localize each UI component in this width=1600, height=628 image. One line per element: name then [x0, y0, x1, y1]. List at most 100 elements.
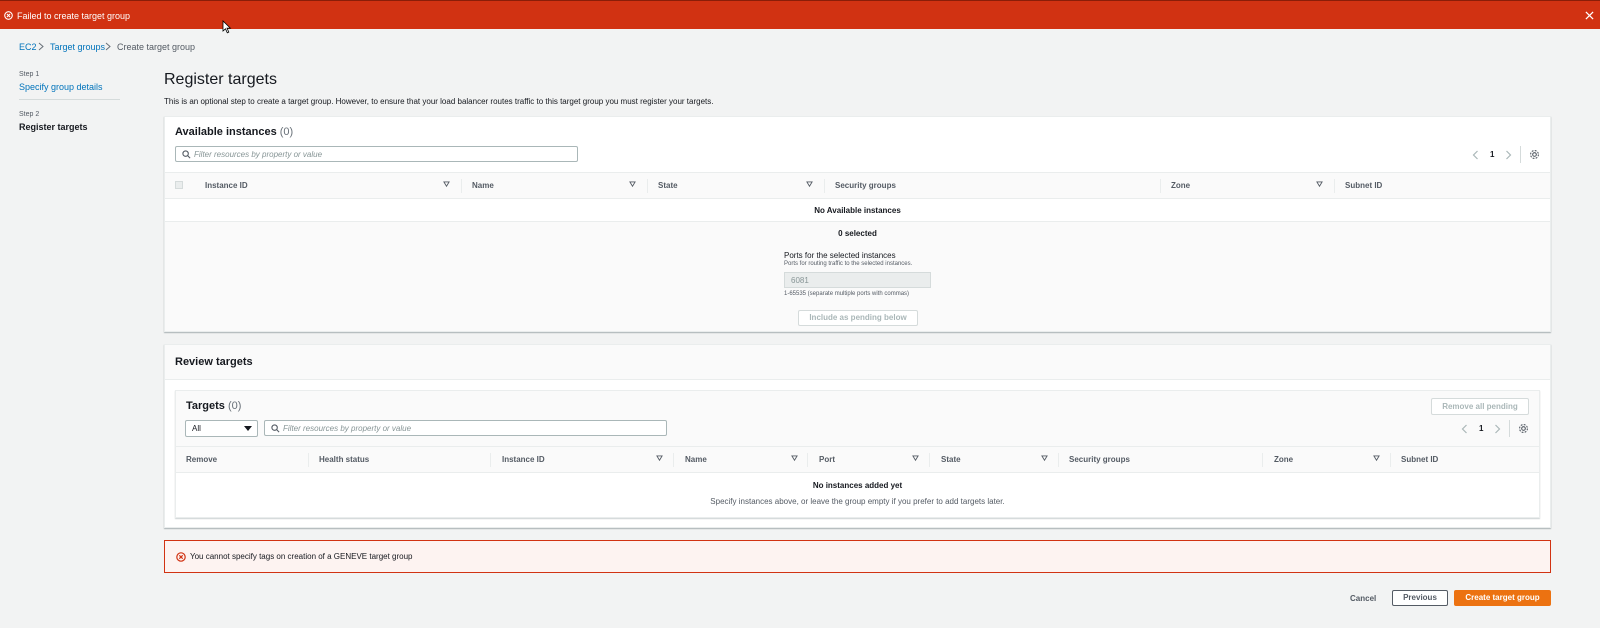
- col-divider: [824, 179, 825, 193]
- col-divider: [461, 179, 462, 193]
- sort-icon[interactable]: [656, 455, 663, 462]
- review-header: [165, 345, 1550, 380]
- error-icon: [4, 11, 13, 20]
- flash-message: Failed to create target group: [17, 11, 131, 21]
- error-icon: [176, 552, 186, 562]
- sort-icon[interactable]: [806, 181, 813, 188]
- col-zone[interactable]: Zone: [1274, 455, 1293, 464]
- col-divider: [1160, 179, 1161, 193]
- divider: [1509, 420, 1510, 437]
- settings-gear-icon[interactable]: [1529, 149, 1540, 160]
- step-divider: [19, 99, 120, 100]
- page-number[interactable]: 1: [1490, 150, 1494, 159]
- settings-gear-icon[interactable]: [1518, 423, 1529, 434]
- prev-page-icon[interactable]: [1461, 424, 1468, 434]
- col-divider: [929, 453, 930, 467]
- targets-count: (0): [227, 400, 242, 412]
- step-2-label: Step 2: [19, 111, 40, 118]
- available-instances-count: (0): [279, 126, 294, 138]
- col-divider: [1262, 453, 1263, 467]
- step-1-label: Step 1: [19, 71, 40, 78]
- targets-filter-select[interactable]: All: [185, 420, 258, 437]
- targets-heading: Targets (0): [186, 400, 241, 412]
- col-instance-id[interactable]: Instance ID: [502, 455, 545, 464]
- col-divider: [1390, 453, 1391, 467]
- select-all-checkbox[interactable]: [175, 181, 183, 189]
- breadcrumb-current: Create target group: [117, 42, 196, 52]
- ports-label: Ports for the selected instances: [784, 251, 896, 260]
- col-port[interactable]: Port: [819, 455, 835, 464]
- search-icon: [182, 150, 191, 159]
- targets-empty-desc: Specify instances above, or leave the gr…: [710, 497, 1005, 506]
- search-icon: [271, 424, 280, 433]
- step-1-link[interactable]: Specify group details: [19, 82, 103, 92]
- chevron-right-icon: [38, 42, 44, 51]
- error-alert: You cannot specify tags on creation of a…: [164, 540, 1551, 573]
- col-health-status[interactable]: Health status: [319, 455, 369, 464]
- sort-icon[interactable]: [912, 455, 919, 462]
- breadcrumb-ec2[interactable]: EC2: [19, 42, 37, 52]
- page-description: This is an optional step to create a tar…: [164, 97, 714, 106]
- error-alert-message: You cannot specify tags on creation of a…: [190, 552, 413, 561]
- available-table-header: Instance ID Name State Security groups Z…: [165, 172, 1550, 199]
- ports-hint: 1-65535 (separate multiple ports with co…: [784, 291, 910, 297]
- sort-icon[interactable]: [1041, 455, 1048, 462]
- col-divider: [490, 453, 491, 467]
- col-name[interactable]: Name: [685, 455, 707, 464]
- targets-table-header: Remove Health status Instance ID Name Po…: [176, 446, 1539, 473]
- sort-icon[interactable]: [1373, 455, 1380, 462]
- prev-page-icon[interactable]: [1472, 150, 1479, 160]
- targets-empty-title: No instances added yet: [812, 481, 903, 490]
- empty-row: No Available instances: [165, 199, 1550, 222]
- next-page-icon[interactable]: [1494, 424, 1501, 434]
- col-divider: [807, 453, 808, 467]
- breadcrumb-target-groups[interactable]: Target groups: [50, 42, 105, 52]
- sort-icon[interactable]: [791, 455, 798, 462]
- col-subnet-id[interactable]: Subnet ID: [1401, 455, 1438, 464]
- targets-search-input[interactable]: Filter resources by property or value: [264, 420, 667, 436]
- available-instances-heading: Available instances (0): [175, 126, 293, 138]
- empty-text: No Available instances: [814, 206, 901, 215]
- search-placeholder: Filter resources by property or value: [194, 150, 323, 159]
- step-2-current: Register targets: [19, 122, 88, 132]
- col-zone[interactable]: Zone: [1171, 181, 1190, 190]
- cancel-button[interactable]: Cancel: [1350, 594, 1376, 603]
- col-instance-id[interactable]: Instance ID: [205, 181, 248, 190]
- search-placeholder: Filter resources by property or value: [283, 424, 412, 433]
- review-targets-title: Review targets: [175, 356, 253, 368]
- col-divider: [1334, 179, 1335, 193]
- col-divider: [647, 179, 648, 193]
- col-state[interactable]: State: [658, 181, 678, 190]
- chevron-right-icon: [105, 42, 111, 51]
- previous-button[interactable]: Previous: [1392, 590, 1448, 606]
- col-divider: [1058, 453, 1059, 467]
- sort-icon[interactable]: [629, 181, 636, 188]
- col-remove: Remove: [186, 455, 218, 464]
- selected-count: 0 selected: [838, 229, 877, 238]
- close-icon[interactable]: [1585, 11, 1594, 20]
- port-value: 6081: [791, 276, 809, 285]
- col-subnet-id[interactable]: Subnet ID: [1345, 181, 1382, 190]
- next-page-icon[interactable]: [1505, 150, 1512, 160]
- available-search-input[interactable]: Filter resources by property or value: [175, 146, 578, 162]
- page-number[interactable]: 1: [1479, 424, 1483, 433]
- col-state[interactable]: State: [941, 455, 961, 464]
- col-divider: [308, 453, 309, 467]
- col-security-groups[interactable]: Security groups: [835, 181, 896, 190]
- page-title: Register targets: [164, 71, 277, 88]
- flash-error-bar: Failed to create target group: [0, 0, 1600, 29]
- col-name[interactable]: Name: [472, 181, 494, 190]
- targets-toolbar: [176, 391, 1539, 446]
- caret-down-icon: [244, 426, 252, 432]
- sort-icon[interactable]: [1316, 181, 1323, 188]
- create-target-group-button[interactable]: Create target group: [1454, 590, 1551, 606]
- targets-title: Targets: [186, 400, 225, 412]
- available-instances-title: Available instances: [175, 126, 277, 138]
- sort-icon[interactable]: [443, 181, 450, 188]
- port-input[interactable]: 6081: [784, 272, 931, 288]
- col-security-groups[interactable]: Security groups: [1069, 455, 1130, 464]
- include-pending-button[interactable]: Include as pending below: [798, 310, 918, 326]
- col-divider: [673, 453, 674, 467]
- remove-all-pending-button[interactable]: Remove all pending: [1431, 398, 1529, 415]
- divider: [1520, 146, 1521, 163]
